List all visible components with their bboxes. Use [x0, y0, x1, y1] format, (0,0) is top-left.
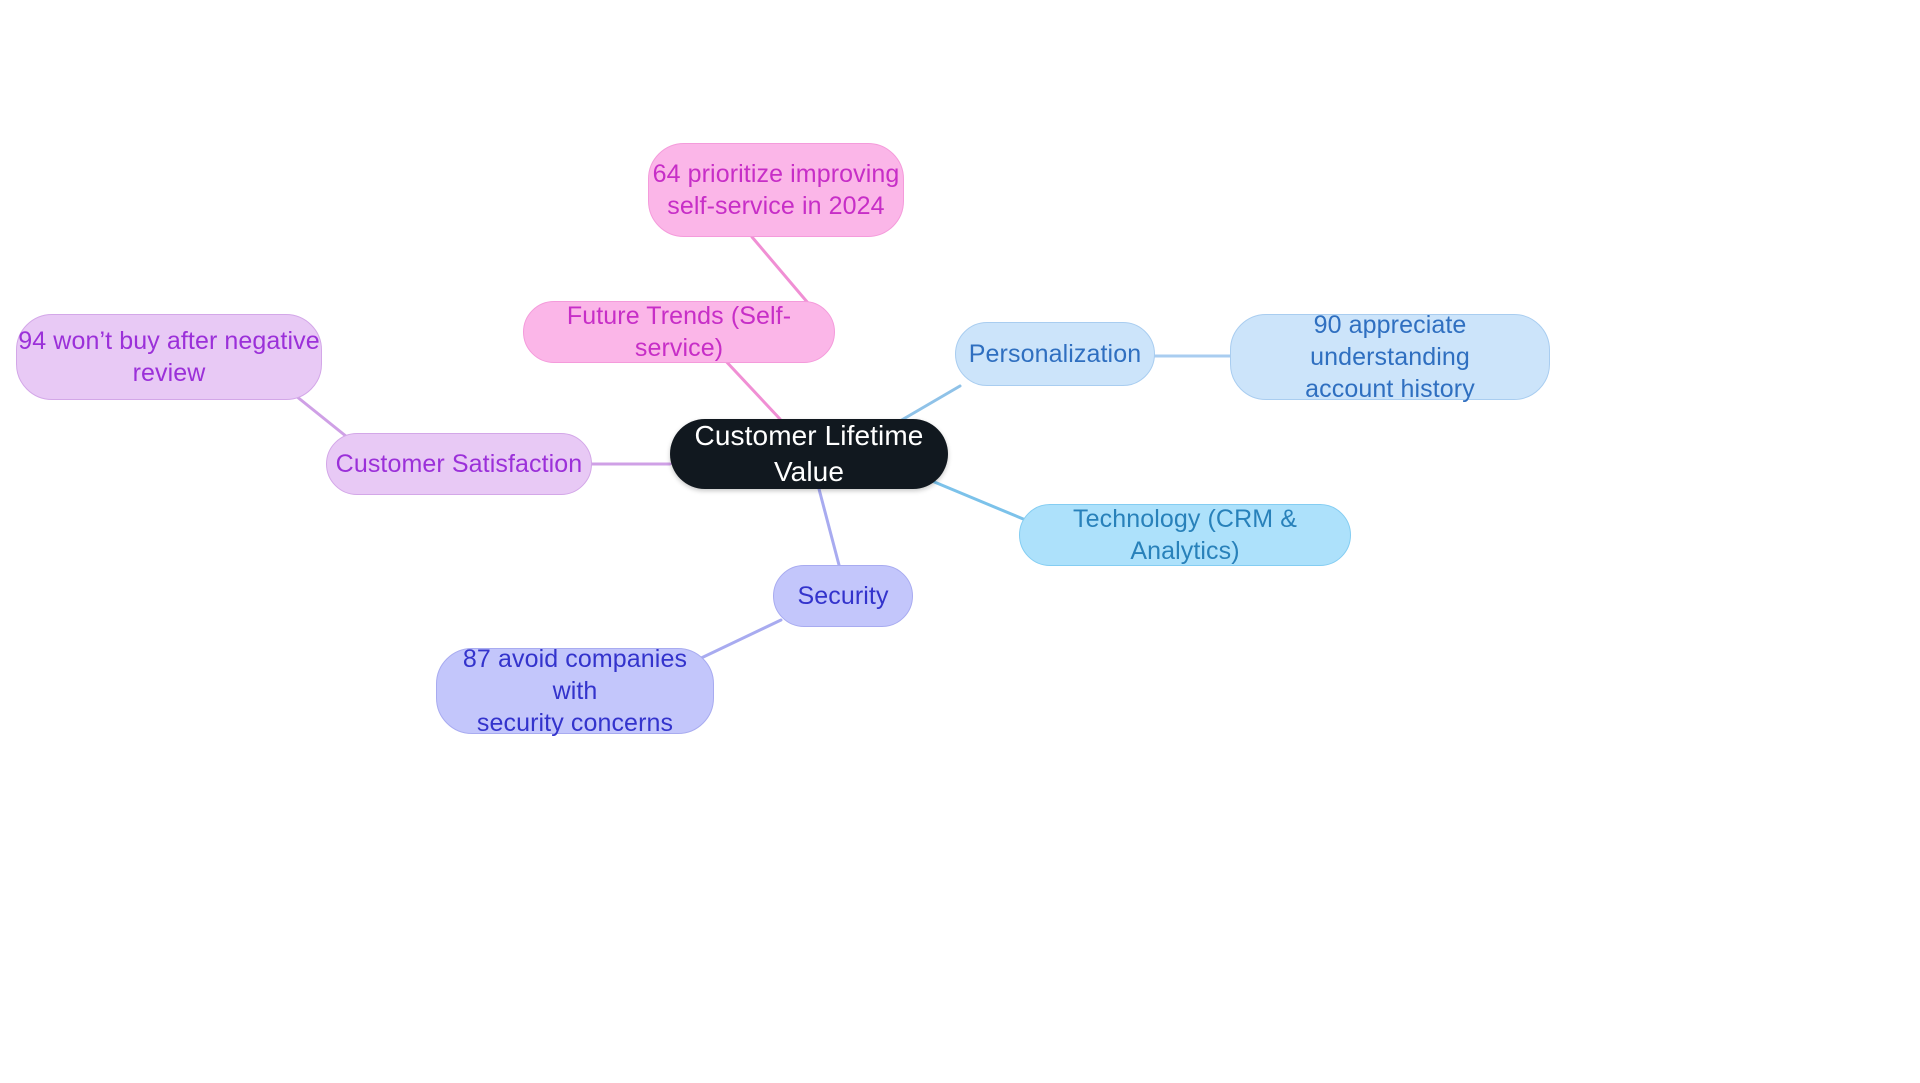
- edge-future-trends-stat: [750, 235, 810, 305]
- node-label: Personalization: [968, 340, 1142, 368]
- edge-root-future-trends: [720, 355, 782, 421]
- node-label: 87 avoid companies with security concern…: [462, 645, 688, 737]
- node-label: 90 appreciate understanding account hist…: [1305, 311, 1475, 403]
- edge-root-security: [817, 487, 841, 567]
- node-label: Technology (CRM & Analytics): [1072, 505, 1297, 565]
- node-technology[interactable]: Technology (CRM & Analytics): [1019, 504, 1351, 566]
- node-label: 94 won’t buy after negative review: [18, 327, 320, 387]
- mindmap-canvas: Customer Lifetime Value Personalization 90…: [0, 0, 1920, 1083]
- connector-layer: [294, 235, 1232, 662]
- node-personalization[interactable]: Personalization: [955, 322, 1155, 386]
- edge-root-personalization: [898, 384, 962, 423]
- node-label: Customer Lifetime Value: [694, 420, 924, 487]
- node-future-trends-stat[interactable]: 64 prioritize improving self-service in …: [648, 143, 904, 237]
- node-customer-satisfaction[interactable]: Customer Satisfaction: [326, 433, 592, 495]
- node-label: 64 prioritize improving self-service in …: [652, 160, 900, 220]
- node-label: Customer Satisfaction: [335, 450, 583, 478]
- node-personalization-stat[interactable]: 90 appreciate understanding account hist…: [1230, 311, 1550, 403]
- node-customer-satisfaction-stat[interactable]: 94 won’t buy after negative review: [16, 314, 322, 400]
- node-security[interactable]: Security: [773, 565, 913, 627]
- node-label: Security: [797, 582, 889, 610]
- node-root[interactable]: Customer Lifetime Value: [670, 419, 948, 489]
- node-security-stat[interactable]: 87 avoid companies with security concern…: [436, 645, 714, 737]
- edge-customer-satisfaction-stat: [294, 394, 354, 443]
- node-label: Future Trends (Self-service): [566, 302, 792, 362]
- node-future-trends[interactable]: Future Trends (Self-service): [523, 301, 835, 363]
